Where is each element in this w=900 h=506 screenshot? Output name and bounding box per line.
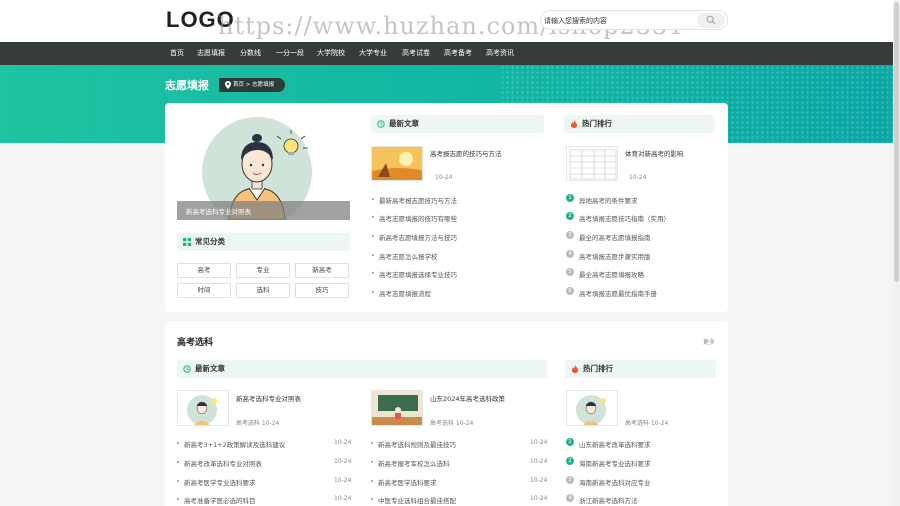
table-image-icon	[569, 149, 617, 180]
categories-title: 常见分类	[195, 237, 225, 246]
category-tag-new-gaokao[interactable]: 新高考	[295, 263, 349, 278]
featured-article-meta: 高考选科 10-24	[236, 420, 280, 427]
categories-header: 常见分类	[177, 233, 350, 251]
latest-articles-title: 最新文章	[389, 119, 419, 128]
article-thumbnail[interactable]	[371, 146, 423, 181]
rank-number: 3	[566, 476, 574, 484]
flame-icon	[571, 120, 577, 128]
featured-caption: 新高考选科专业对照表	[186, 208, 251, 216]
breadcrumb-text: 首页 > 志愿填报	[233, 82, 275, 88]
nav-item-news[interactable]: 高考资讯	[486, 42, 514, 65]
rank-number: 1	[566, 438, 574, 446]
category-tag-subject[interactable]: 选科	[236, 283, 290, 298]
search-button[interactable]	[697, 13, 725, 28]
category-tag-time[interactable]: 时间	[177, 283, 231, 298]
student-thumbnail-icon	[567, 391, 617, 425]
ranking-thumbnail[interactable]	[566, 390, 618, 426]
scrollbar-thumb[interactable]	[894, 2, 899, 282]
location-pin-icon	[225, 81, 231, 89]
article-thumbnail[interactable]	[371, 390, 423, 426]
category-tag-gaokao[interactable]: 高考	[177, 263, 231, 278]
nav-item-rank[interactable]: 一分一段	[276, 42, 304, 65]
student-thumbnail-icon	[178, 391, 228, 425]
search-input[interactable]	[544, 13, 694, 28]
nav-item-majors[interactable]: 大学专业	[359, 42, 387, 65]
rank-number: 4	[566, 494, 574, 502]
hot-ranking-header-2: 热门排行	[565, 360, 716, 378]
latest-articles-header: 最新文章	[371, 115, 544, 133]
category-tag-major[interactable]: 专业	[236, 263, 290, 278]
category-tag-tips[interactable]: 技巧	[295, 283, 349, 298]
application-card: 新高考选科专业对照表 常见分类 高考 专业 新高考 时间 选科 技巧 最新文章 …	[165, 103, 728, 312]
latest-articles-header-2: 最新文章	[177, 360, 547, 378]
nav-item-universities[interactable]: 大学院校	[317, 42, 345, 65]
page-title: 志愿填报	[165, 79, 209, 92]
hot-ranking-header: 热门排行	[564, 115, 715, 133]
clock-icon	[377, 120, 385, 128]
rank-number: 1	[566, 194, 574, 202]
grid-icon	[183, 238, 191, 246]
breadcrumb[interactable]: 首页 > 志愿填报	[219, 78, 285, 92]
featured-article-title[interactable]: 高考报志愿的技巧与方法	[430, 148, 502, 158]
featured-illustration[interactable]: 新高考选科专业对照表	[177, 116, 350, 220]
clock-icon	[183, 365, 191, 373]
main-nav: 首页 志愿填报 分数线 一分一段 大学院校 大学专业 高考试卷 高考备考 高考资…	[0, 42, 893, 65]
section-title: 高考选科	[177, 338, 214, 348]
featured-ranking-title[interactable]: 体育对新高考的影响	[625, 148, 684, 158]
top-bar: LOGO https://www.huzhan.com/ishop2331	[0, 0, 900, 42]
article-thumbnail[interactable]	[177, 390, 229, 426]
flame-icon	[572, 365, 578, 373]
search-box	[540, 10, 728, 30]
nav-item-papers[interactable]: 高考试卷	[402, 42, 430, 65]
featured-article-meta: 高考选科 10-24	[430, 420, 474, 427]
ranking-thumbnail[interactable]	[566, 146, 618, 181]
featured-ranking-date: 10-24	[629, 174, 647, 181]
featured-ranking-meta: 高考选科 10-24	[625, 420, 669, 427]
nav-item-scores[interactable]: 分数线	[240, 42, 261, 65]
featured-article-title[interactable]: 山东2024年高考选科政策	[430, 393, 505, 403]
subject-selection-card: 高考选科 更多 最新文章 热门排行 新高考选科专业对照表 高考选科 10-24 …	[165, 321, 728, 506]
nav-item-prep[interactable]: 高考备考	[444, 42, 472, 65]
more-link[interactable]: 更多	[703, 337, 715, 346]
page-scrollbar[interactable]	[893, 0, 900, 506]
featured-article-title[interactable]: 新高考选科专业对照表	[236, 393, 301, 403]
rank-number: 2	[566, 212, 574, 220]
rank-number: 3	[566, 231, 574, 239]
search-icon	[706, 15, 716, 25]
rank-number: 4	[566, 250, 574, 258]
rank-number: 2	[566, 457, 574, 465]
latest-articles-title-2: 最新文章	[195, 364, 225, 373]
hot-ranking-title: 热门排行	[582, 119, 612, 128]
hot-ranking-title-2: 热门排行	[583, 364, 613, 373]
featured-article-date: 10-24	[435, 174, 453, 181]
sunrise-image-icon	[372, 147, 422, 180]
nav-item-home[interactable]: 首页	[170, 42, 184, 65]
rank-number: 6	[566, 287, 574, 295]
rank-number: 5	[566, 268, 574, 276]
classroom-image-icon	[372, 391, 422, 425]
nav-item-application[interactable]: 志愿填报	[197, 42, 225, 65]
